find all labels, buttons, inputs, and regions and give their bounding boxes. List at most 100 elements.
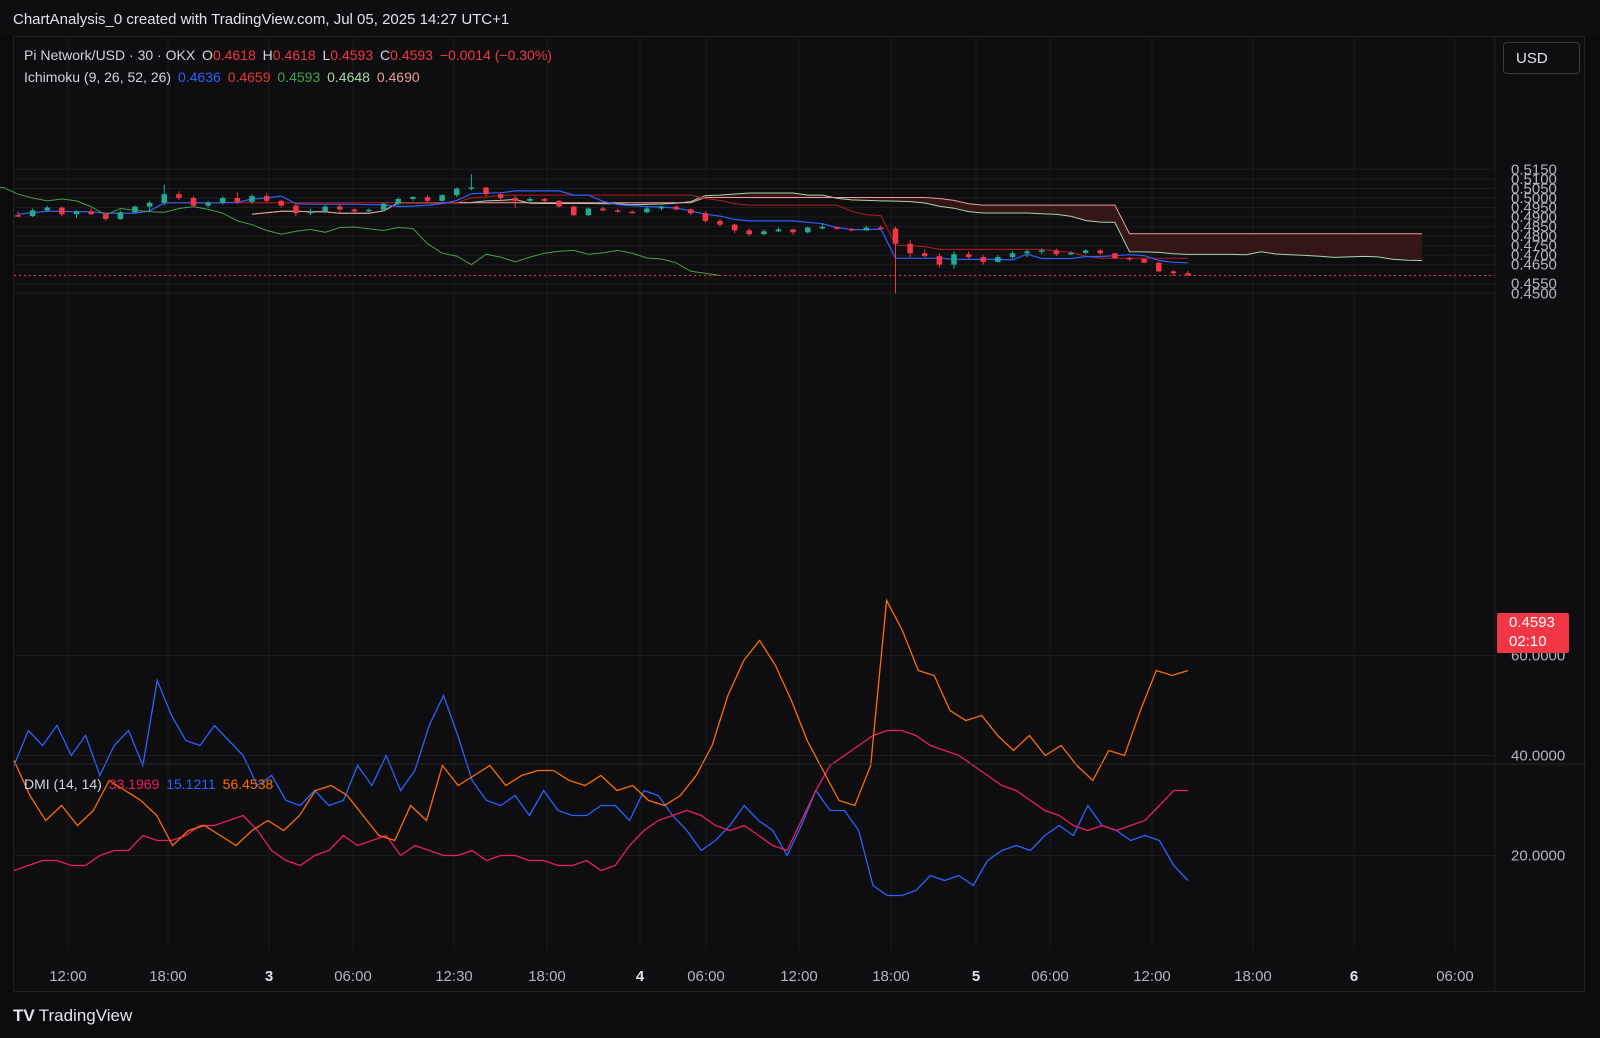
candle-body	[951, 254, 957, 265]
time-tick-label: 12:00	[1133, 968, 1171, 985]
candle-body	[527, 198, 533, 201]
candle-body	[337, 206, 343, 210]
candle-body	[863, 227, 869, 231]
candle-body	[483, 187, 489, 195]
candle-body	[892, 228, 899, 244]
candle-body	[73, 211, 80, 215]
time-tick-label: 4	[636, 968, 645, 985]
candle-body	[556, 200, 562, 207]
ichimoku-chikou-value: 0.4593	[277, 69, 321, 85]
candle-body	[351, 209, 358, 212]
candle-body	[702, 213, 709, 221]
ichimoku-span-b-value: 0.4690	[376, 69, 420, 85]
candle-body	[439, 195, 445, 201]
time-tick-label: 18:00	[872, 968, 910, 985]
candle-body	[834, 226, 840, 229]
candle-body	[819, 226, 826, 229]
price-tick-label: 0.4650	[1511, 257, 1557, 274]
candle-body	[278, 200, 284, 206]
candle-body	[293, 205, 299, 214]
candle-body	[249, 196, 255, 202]
candle-body	[673, 206, 679, 210]
candle-body	[1156, 262, 1162, 272]
close-label: C	[380, 47, 391, 63]
candle-body	[454, 188, 460, 196]
candle-body	[59, 207, 65, 215]
time-tick-label: 12:00	[49, 968, 87, 985]
change-value: −0.0014 (−0.30%)	[439, 47, 552, 63]
candle-body	[380, 203, 387, 210]
candle-body	[117, 212, 124, 219]
candle-body	[688, 209, 694, 214]
dmi-series-adx	[13, 598, 1189, 847]
candle-body	[307, 211, 314, 214]
candle-body	[220, 198, 226, 203]
candle-body	[366, 209, 372, 212]
brand-name: TradingView	[38, 1006, 133, 1025]
time-tick-label: 18:00	[1234, 968, 1272, 985]
candle-body	[600, 208, 606, 211]
candle-body	[790, 229, 796, 233]
time-tick-label: 12:30	[435, 968, 473, 985]
ichimoku-span-a-value: 0.4648	[327, 69, 370, 85]
last-price-tag: 0.4593 02:10	[1497, 613, 1569, 653]
candle-body	[161, 194, 167, 203]
candle-body	[965, 254, 972, 258]
candle-body	[29, 210, 36, 217]
dmi-plus-value: 15.1211	[166, 776, 216, 792]
chart-canvas[interactable]: 0.51500.51000.50500.50000.49500.49000.48…	[0, 0, 1600, 1038]
bar-countdown: 02:10	[1509, 633, 1547, 650]
tradingview-logo-icon: TV	[13, 1006, 35, 1025]
candle-body	[746, 230, 752, 235]
ichimoku-tenkan-value: 0.4636	[177, 69, 221, 85]
time-tick-label: 12:00	[780, 968, 818, 985]
candle-body	[103, 214, 109, 219]
time-tick-label: 3	[265, 968, 273, 985]
close-value: 0.4593	[390, 47, 433, 63]
open-value: 0.4618	[212, 47, 256, 63]
low-value: 0.4593	[330, 47, 374, 63]
symbol-label: Pi Network/USD · 30 · OKX	[24, 47, 196, 63]
dmi-adx-value: 56.4538	[222, 776, 274, 792]
time-tick-label: 18:00	[149, 968, 187, 985]
dmi-label: DMI (14, 14)	[24, 776, 102, 792]
candle-body	[44, 207, 50, 211]
tradingview-brand[interactable]: TV TradingView	[13, 1006, 132, 1026]
ichimoku-kijun-value: 0.4659	[227, 69, 271, 85]
time-tick-label: 6	[1350, 968, 1358, 985]
dmi-legend: DMI (14, 14) 33.1969 15.1211 56.4538	[24, 776, 276, 792]
candle-body	[658, 206, 665, 209]
candle-body	[907, 243, 913, 254]
candle-body	[1141, 258, 1147, 263]
candle-body	[1053, 250, 1060, 255]
candle-body	[15, 215, 21, 217]
candle-body	[512, 198, 518, 201]
candle-body	[263, 196, 270, 201]
candle-body	[146, 202, 153, 207]
candle-body	[410, 197, 416, 199]
time-tick-label: 06:00	[687, 968, 725, 985]
candle-body	[205, 202, 211, 206]
candle-body	[395, 198, 401, 204]
candle-body	[468, 187, 475, 190]
dmi-tick-label: 20.0000	[1511, 848, 1565, 865]
time-tick-label: 06:00	[1436, 968, 1474, 985]
candle-body	[585, 208, 592, 216]
high-label: H	[262, 47, 273, 63]
candle-body	[878, 227, 884, 230]
candle-body	[848, 228, 855, 231]
candle-body	[731, 224, 738, 231]
candle-body	[1068, 252, 1074, 255]
candle-body	[1024, 251, 1030, 254]
candle-body	[88, 211, 94, 215]
candle-body	[1170, 271, 1177, 274]
candle-body	[775, 229, 782, 232]
candle-body	[644, 208, 650, 213]
dmi-minus-value: 33.1969	[108, 776, 160, 792]
candle-body	[805, 227, 811, 233]
price-tick-label: 0.4500	[1511, 285, 1557, 302]
currency-button[interactable]: USD	[1503, 42, 1580, 74]
candle-body	[761, 231, 767, 235]
candle-body	[176, 194, 182, 198]
candle-body	[995, 257, 1001, 262]
